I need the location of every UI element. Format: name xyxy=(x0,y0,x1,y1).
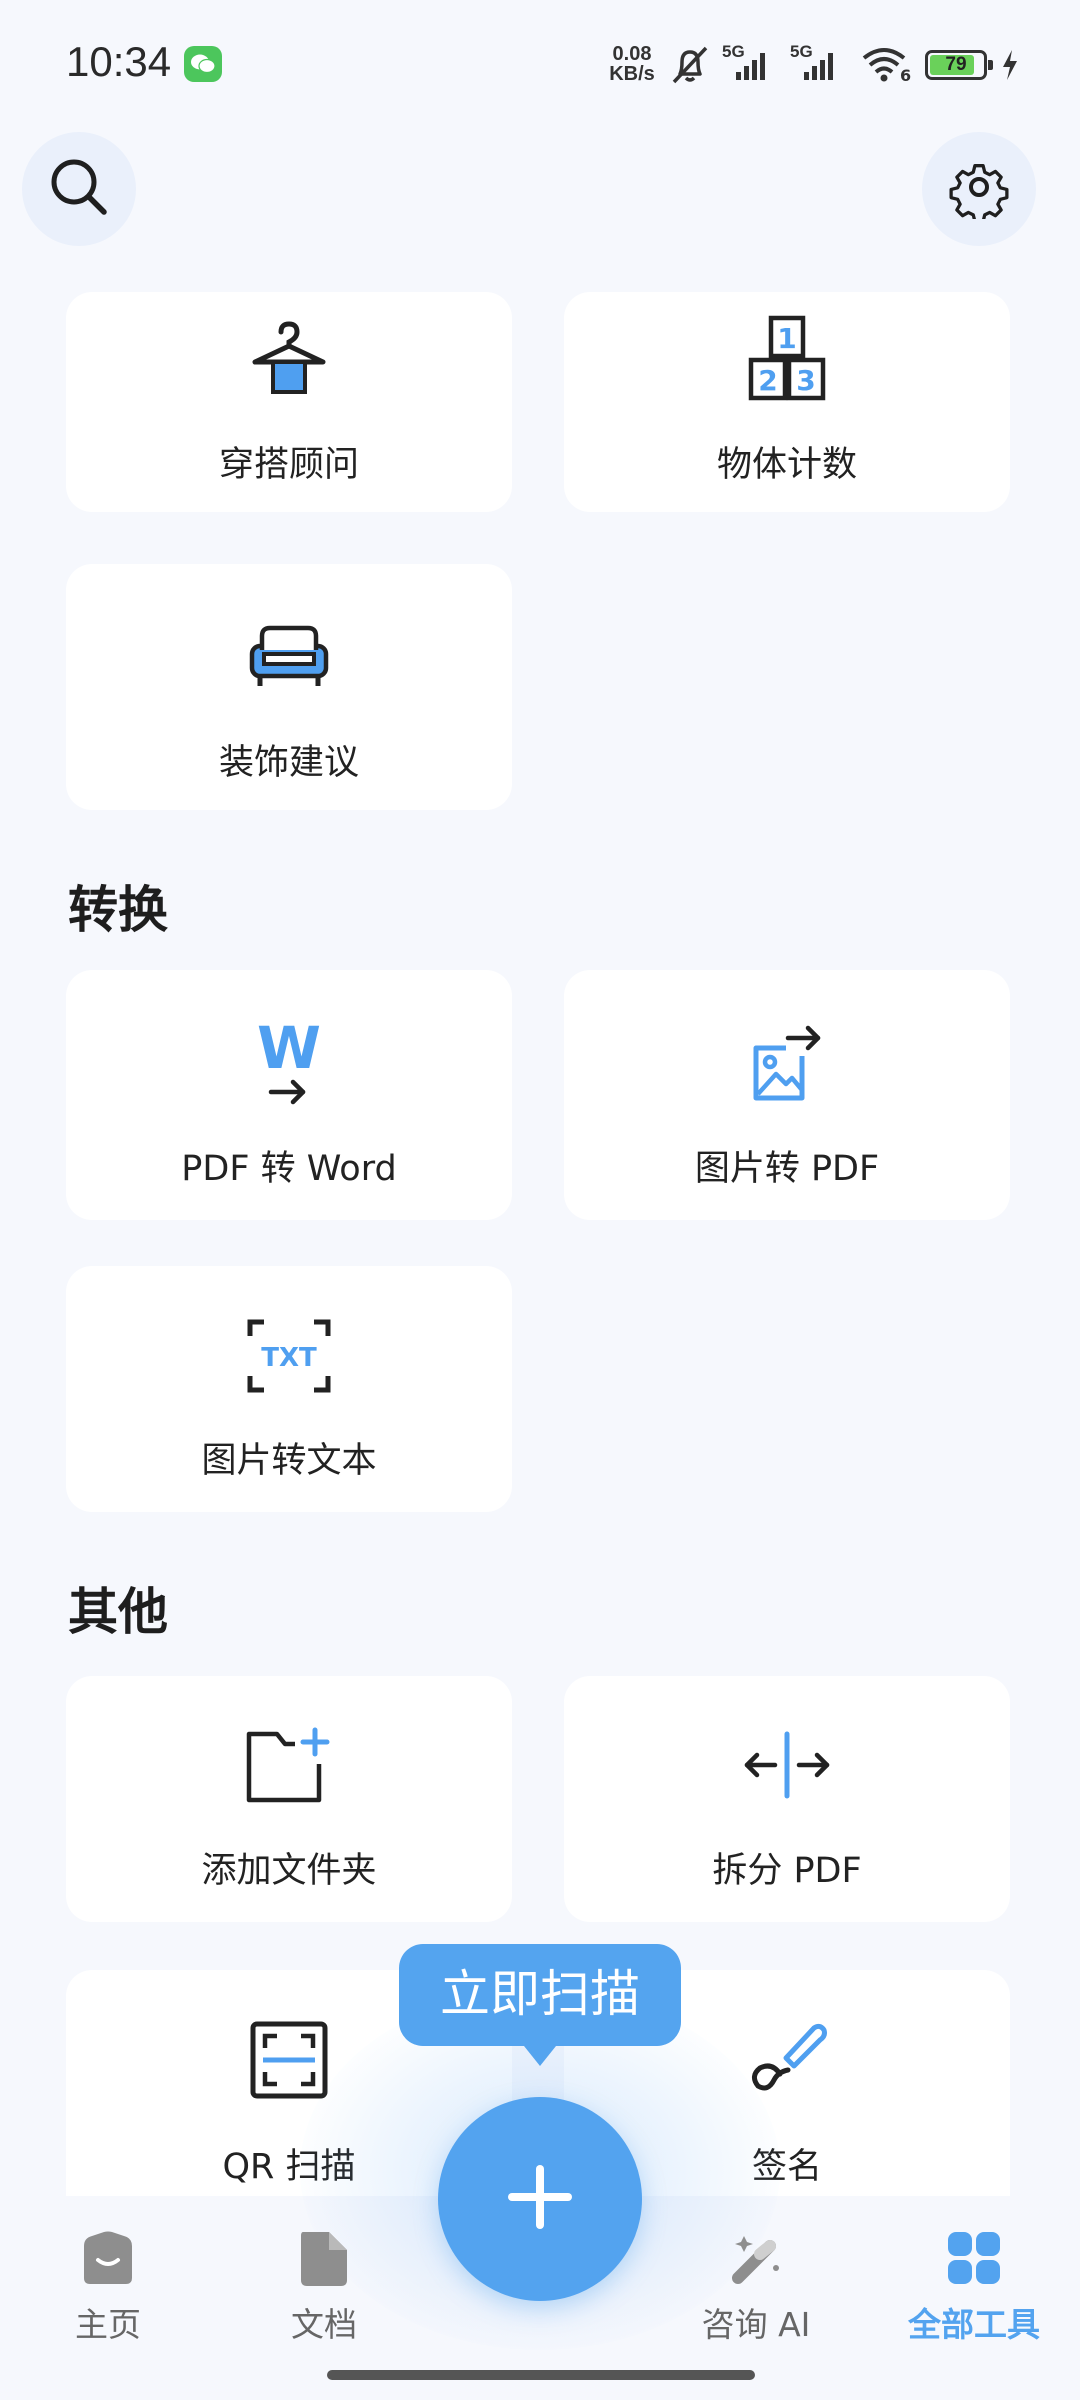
charging-bolt-icon xyxy=(1000,48,1020,86)
number-blocks-icon: 123 xyxy=(564,312,1010,404)
nav-label: 咨询 AI xyxy=(701,2305,811,2344)
battery-nub xyxy=(988,60,993,70)
tool-label: 图片转文本 xyxy=(201,1441,377,1481)
sofa-icon xyxy=(66,620,512,692)
tool-card-decor-advice[interactable]: 装饰建议 xyxy=(66,564,512,810)
search-icon xyxy=(46,154,112,224)
tool-label: 装饰建议 xyxy=(218,743,359,783)
tool-label: PDF 转 Word xyxy=(181,1149,397,1189)
hanger-icon xyxy=(66,316,512,400)
home-icon xyxy=(28,2228,188,2286)
battery-indicator: 79 xyxy=(925,50,993,80)
tool-label: 添加文件夹 xyxy=(201,1851,377,1891)
document-icon xyxy=(244,2228,404,2288)
scan-now-tooltip[interactable]: 立即扫描 xyxy=(399,1944,681,2066)
tool-card-image-to-text[interactable]: TXT 图片转文本 xyxy=(66,1266,512,1512)
nav-item-home[interactable]: 主页 xyxy=(28,2228,188,2348)
section-title-convert: 转换 xyxy=(68,881,168,939)
nav-item-all-tools[interactable]: 全部工具 xyxy=(894,2228,1054,2348)
net-speed-value: 0.08 xyxy=(612,43,652,65)
image-to-text-icon: TXT xyxy=(66,1316,512,1396)
tool-card-add-folder[interactable]: 添加文件夹 xyxy=(66,1676,512,1922)
signal-1-label: 5G xyxy=(722,42,745,61)
scan-fab-button[interactable] xyxy=(438,2097,642,2301)
net-speed-unit: KB/s xyxy=(609,63,655,85)
tool-card-split-pdf[interactable]: 拆分 PDF xyxy=(564,1676,1010,1922)
wechat-notification-icon xyxy=(184,46,222,82)
grid-icon xyxy=(894,2228,1054,2288)
svg-text:1: 1 xyxy=(777,322,796,355)
nav-label: 文档 xyxy=(291,2305,357,2344)
status-time: 10:34 xyxy=(66,38,172,85)
wifi-label: 6 xyxy=(900,66,912,85)
nav-item-documents[interactable]: 文档 xyxy=(244,2228,404,2348)
tool-label: 拆分 PDF xyxy=(712,1851,862,1891)
settings-button[interactable] xyxy=(922,132,1036,246)
tool-label: 图片转 PDF xyxy=(694,1149,880,1189)
image-to-pdf-icon xyxy=(564,1020,1010,1110)
svg-text:TXT: TXT xyxy=(261,1343,317,1373)
split-pdf-icon xyxy=(564,1730,1010,1800)
scan-now-label: 立即扫描 xyxy=(440,1965,640,2023)
tool-card-outfit-advisor[interactable]: 穿搭顾问 xyxy=(66,292,512,512)
tool-card-pdf-to-word[interactable]: W PDF 转 Word xyxy=(66,970,512,1220)
tool-label: 物体计数 xyxy=(716,445,857,485)
muted-bell-icon xyxy=(668,44,712,90)
svg-text:2: 2 xyxy=(758,364,777,397)
signal-2-label: 5G xyxy=(790,42,813,61)
pdf-to-word-icon: W xyxy=(66,1020,512,1110)
cell-signal-2-icon: 5G xyxy=(790,42,850,88)
tool-card-image-to-pdf[interactable]: 图片转 PDF xyxy=(564,970,1010,1220)
section-title-other: 其他 xyxy=(68,1583,168,1641)
tool-card-object-count[interactable]: 123 物体计数 xyxy=(564,292,1010,512)
search-button[interactable] xyxy=(22,132,136,246)
gear-icon xyxy=(947,155,1011,224)
tooltip-pointer xyxy=(524,2046,556,2066)
svg-text:3: 3 xyxy=(796,364,815,397)
cell-signal-1-icon: 5G xyxy=(722,42,782,88)
tool-label: 穿搭顾问 xyxy=(218,445,359,485)
add-folder-icon xyxy=(66,1722,512,1808)
svg-text:W: W xyxy=(257,1020,321,1082)
gesture-home-bar[interactable] xyxy=(327,2370,755,2380)
battery-level: 79 xyxy=(945,54,967,75)
status-bar: 10:34 0.08 KB/s 5G 5G 6 79 xyxy=(0,0,1080,130)
nav-label: 主页 xyxy=(75,2305,141,2344)
wifi-icon: 6 xyxy=(860,44,912,88)
plus-icon xyxy=(504,2161,576,2237)
magic-wand-icon xyxy=(676,2228,836,2288)
nav-item-ask-ai[interactable]: 咨询 AI xyxy=(676,2228,836,2348)
network-speed: 0.08 KB/s xyxy=(604,44,660,84)
nav-label: 全部工具 xyxy=(908,2305,1040,2344)
